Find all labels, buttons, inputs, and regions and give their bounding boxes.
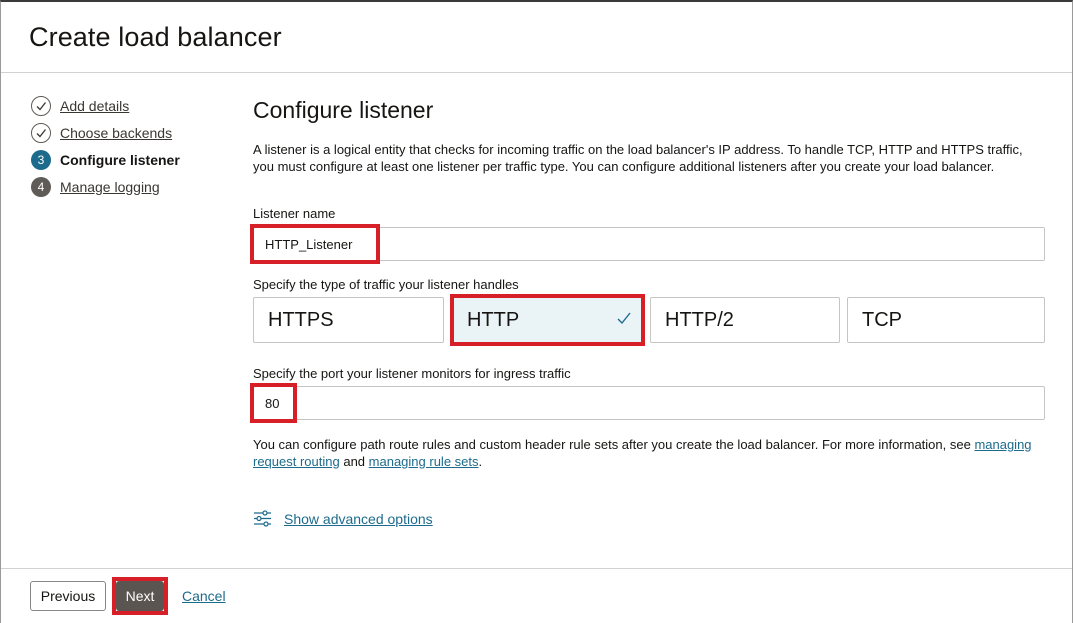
cancel-link[interactable]: Cancel xyxy=(182,588,226,604)
traffic-type-label: Specify the type of traffic your listene… xyxy=(253,277,519,292)
traffic-option-http[interactable]: HTTP xyxy=(452,297,643,343)
traffic-option-label: HTTPS xyxy=(268,308,334,331)
step-configure-listener: 3 Configure listener xyxy=(31,146,231,173)
step-choose-backends[interactable]: Choose backends xyxy=(31,119,231,146)
port-label: Specify the port your listener monitors … xyxy=(253,366,571,381)
checkmark-icon xyxy=(617,312,631,325)
port-input[interactable]: 80 xyxy=(253,386,1045,420)
step-manage-logging[interactable]: 4 Manage logging xyxy=(31,173,231,200)
page-header: Create load balancer xyxy=(1,2,1072,73)
routing-info-text: You can configure path route rules and c… xyxy=(253,436,1045,470)
traffic-option-tcp[interactable]: TCP xyxy=(847,297,1045,343)
check-circle-icon xyxy=(31,95,51,116)
step-number-badge: 3 xyxy=(31,149,51,170)
page-title: Create load balancer xyxy=(29,22,282,52)
listener-name-input[interactable]: HTTP_Listener xyxy=(253,227,1045,261)
step-add-details[interactable]: Add details xyxy=(31,92,231,119)
previous-button[interactable]: Previous xyxy=(30,581,106,611)
traffic-option-label: HTTP/2 xyxy=(665,308,734,331)
info-text: and xyxy=(339,454,369,469)
check-circle-icon xyxy=(31,122,51,143)
info-text: . xyxy=(478,454,483,469)
traffic-option-http2[interactable]: HTTP/2 xyxy=(650,297,840,343)
window-frame: Create load balancer Add details Choose … xyxy=(0,0,1073,623)
step-label[interactable]: Manage logging xyxy=(60,179,160,195)
traffic-option-label: HTTP xyxy=(467,308,520,331)
managing-rule-sets-link[interactable]: managing rule sets xyxy=(369,454,479,469)
next-button[interactable]: Next xyxy=(116,581,164,611)
sliders-icon xyxy=(254,510,271,527)
traffic-option-label: TCP xyxy=(862,308,902,331)
step-label[interactable]: Choose backends xyxy=(60,125,172,141)
main-content: Configure listener A listener is a logic… xyxy=(253,97,1045,175)
traffic-option-https[interactable]: HTTPS xyxy=(253,297,444,343)
step-label[interactable]: Add details xyxy=(60,98,129,114)
step-number-badge: 4 xyxy=(31,176,51,197)
show-advanced-options-link[interactable]: Show advanced options xyxy=(284,511,433,527)
section-title: Configure listener xyxy=(253,97,434,123)
advanced-options-toggle[interactable]: Show advanced options xyxy=(253,509,433,528)
listener-name-label: Listener name xyxy=(253,206,336,221)
section-description: A listener is a logical entity that chec… xyxy=(253,142,1023,174)
wizard-steps: Add details Choose backends 3 Configure … xyxy=(31,95,231,203)
info-text: You can configure path route rules and c… xyxy=(253,437,975,452)
footer-bar: Previous Next Cancel xyxy=(1,568,1072,623)
step-label: Configure listener xyxy=(60,151,180,168)
